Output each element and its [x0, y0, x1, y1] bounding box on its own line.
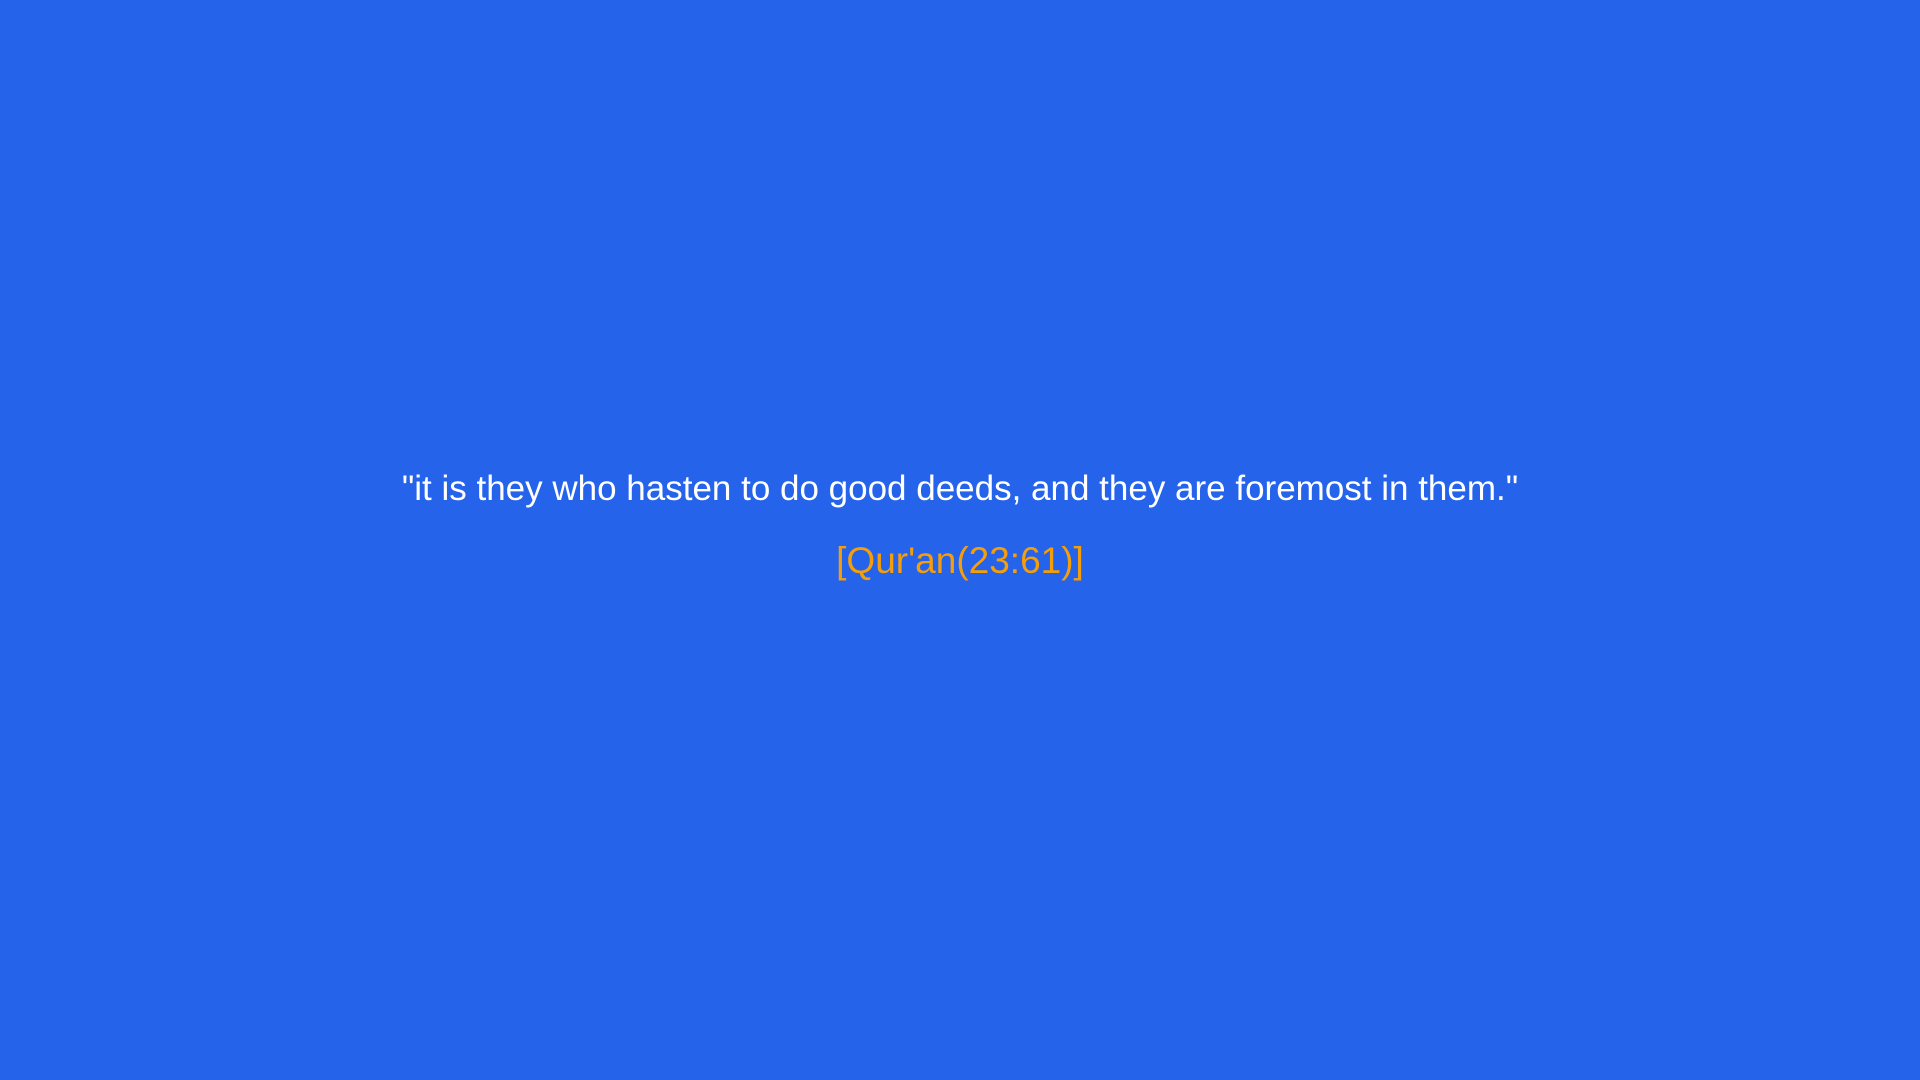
quote-source: [Qur'an(23:61)] [836, 540, 1084, 581]
page-background: { "quote": { "text": "\"it is they who h… [0, 0, 1920, 1080]
quote-block: "it is they who hasten to do good deeds,… [0, 0, 1920, 1080]
quote-text: "it is they who hasten to do good deeds,… [401, 469, 1519, 508]
